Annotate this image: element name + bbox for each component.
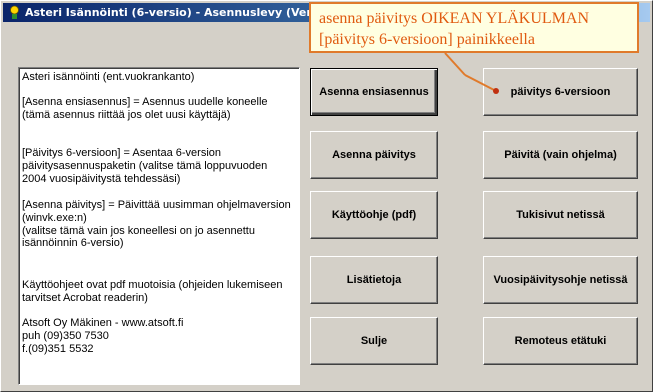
info-paragraph-upgrade-6: [Päivitys 6-versioon] = Asentaa 6-versio… — [22, 147, 268, 185]
close-button[interactable]: Sulje — [310, 317, 438, 365]
info-paragraph-manuals: Käyttöohjeet ovat pdf muotoisia (ohjeide… — [22, 279, 283, 304]
app-icon — [10, 5, 19, 19]
instruction-callout: asenna päivitys OIKEAN YLÄKULMAN [päivit… — [309, 2, 639, 53]
annual-update-guide-button[interactable]: Vuosipäivitysohje netissä — [483, 256, 638, 304]
install-update-button[interactable]: Asenna päivitys — [310, 131, 438, 179]
window-title: Asteri Isännöinti (6-versio) - Asennusle… — [25, 6, 335, 19]
callout-pointer-dot — [493, 88, 499, 94]
info-paragraph-install-update: [Asenna päivitys] = Päivittää uusimman o… — [22, 199, 291, 250]
update-program-only-button[interactable]: Päivitä (vain ohjelma) — [483, 131, 638, 179]
more-info-button[interactable]: Lisätietoja — [310, 256, 438, 304]
upgrade-to-6-button[interactable]: päivitys 6-versioon — [483, 68, 638, 116]
remote-support-button[interactable]: Remoteus etätuki — [483, 317, 638, 365]
info-text-box: Asteri isännöinti (ent.vuokrankanto) [As… — [18, 67, 300, 385]
user-manual-button[interactable]: Käyttöohje (pdf) — [310, 191, 438, 239]
installer-window: Asteri Isännöinti (6-versio) - Asennusle… — [0, 0, 653, 392]
info-paragraph-first-install: [Asenna ensiasennus] = Asennus uudelle k… — [22, 96, 268, 121]
install-first-button[interactable]: Asenna ensiasennus — [310, 68, 438, 116]
info-paragraph-contact: Atsoft Oy Mäkinen - www.atsoft.fi puh (0… — [22, 317, 184, 355]
support-pages-button[interactable]: Tukisivut netissä — [483, 191, 638, 239]
info-paragraph-product: Asteri isännöinti (ent.vuokrankanto) — [22, 71, 195, 83]
